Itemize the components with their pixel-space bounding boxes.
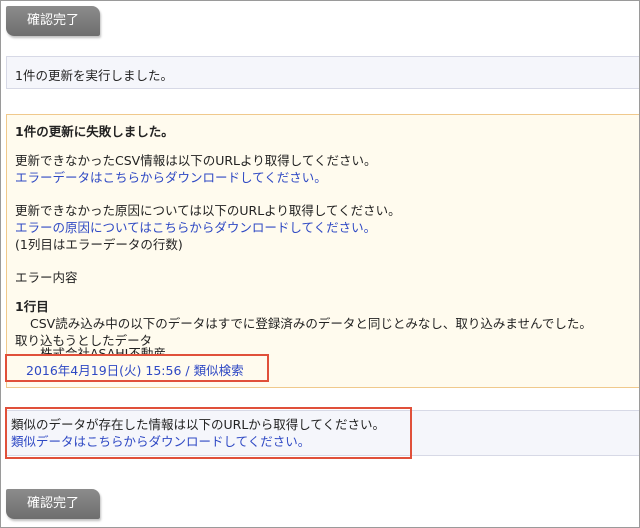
- cause-info-text: 更新できなかった原因については以下のURLより取得してください。: [15, 203, 401, 218]
- confirm-complete-button-bottom[interactable]: 確認完了: [6, 489, 100, 519]
- error-row-message: CSV読み込み中の以下のデータはすでに登録済みのデータと同じとみなし、取り込みま…: [30, 316, 592, 331]
- similar-data-panel: 類似のデータが存在した情報は以下のURLから取得してください。 類似データはこち…: [6, 410, 639, 456]
- success-message: 1件の更新を実行しました。: [15, 68, 173, 83]
- error-data-download-link[interactable]: エラーデータはこちらからダウンロードしてください。: [15, 169, 639, 186]
- similar-info-text: 類似のデータが存在した情報は以下のURLから取得してください。: [11, 417, 386, 432]
- similar-data-download-link[interactable]: 類似データはこちらからダウンロードしてください。: [11, 433, 639, 450]
- cause-note: (1列目はエラーデータの行数): [15, 237, 183, 252]
- error-details-label: エラー内容: [15, 270, 78, 285]
- error-row-label: 1行目: [15, 299, 49, 314]
- csv-info-text: 更新できなかったCSV情報は以下のURLより取得してください。: [15, 153, 377, 168]
- confirm-complete-button-top[interactable]: 確認完了: [6, 6, 100, 36]
- error-cause-download-link[interactable]: エラーの原因についてはこちらからダウンロードしてください。: [15, 219, 639, 236]
- company-name: 株式会社ASAHI不動産: [40, 346, 166, 354]
- error-title: 1件の更新に失敗しました。: [15, 124, 174, 139]
- similar-search-date-link[interactable]: 2016年4月19日(火) 15:56 / 類似検索: [26, 360, 244, 379]
- success-message-panel: 1件の更新を実行しました。: [6, 56, 639, 89]
